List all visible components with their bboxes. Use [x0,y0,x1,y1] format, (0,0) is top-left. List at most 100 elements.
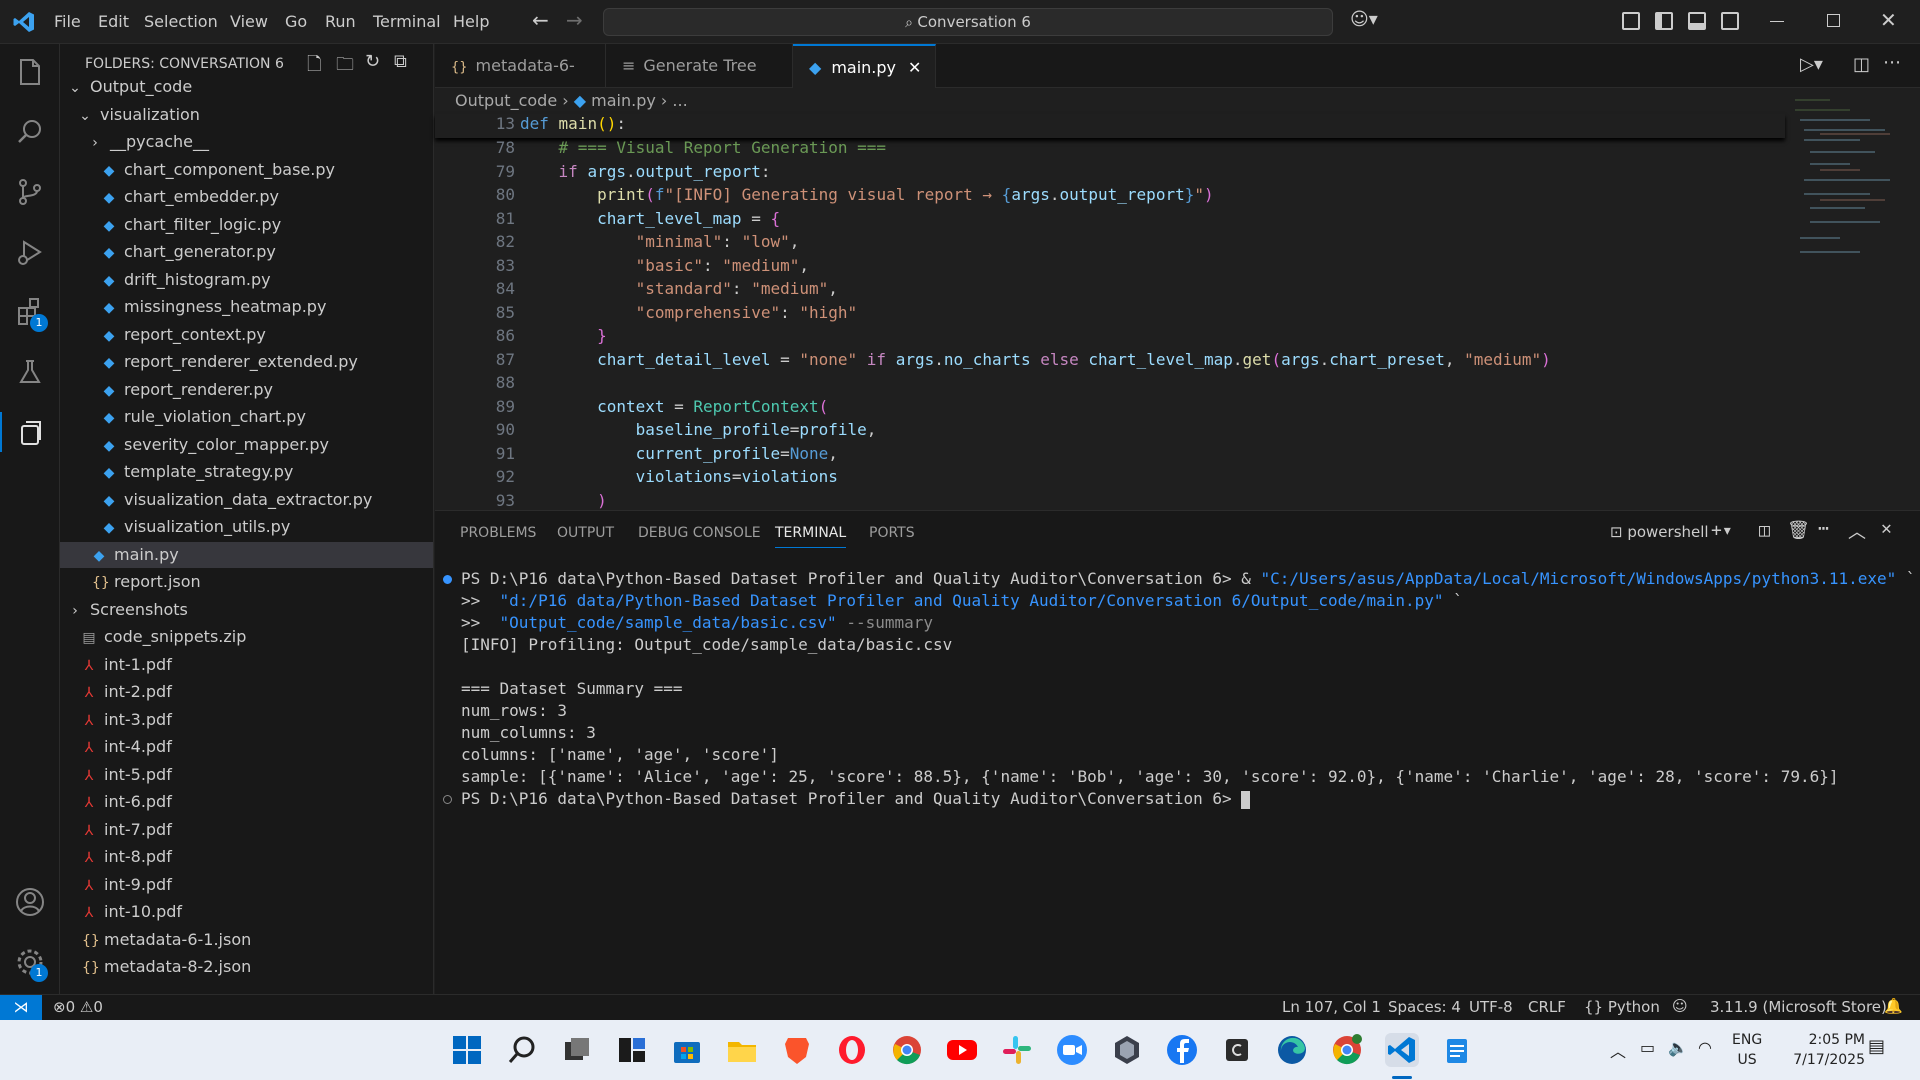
tree-file[interactable]: {} metadata-8-2.json [60,954,433,980]
testing-icon[interactable] [12,354,48,390]
tree-file[interactable]: ◆ main.py [60,541,433,568]
panel-tab-problems[interactable]: PROBLEMS [460,525,536,541]
tree-file[interactable]: ◆ report_context.py [60,322,433,348]
tree-file[interactable]: ◆ rule_violation_chart.py [60,404,433,430]
tab-generate-tree-text[interactable]: ≡Generate Tree Text [606,44,793,119]
breadcrumb-folder[interactable]: Output_code [455,91,557,110]
tree-file[interactable]: ◆ chart_generator.py [60,239,433,265]
minimap[interactable] [1790,90,1900,270]
panel-tab-output[interactable]: OUTPUT [557,525,614,541]
tree-file[interactable]: ⅄ int-7.pdf [60,817,433,843]
tree-file[interactable]: {} metadata-6-1.json [60,927,433,953]
minimize-icon[interactable] [1770,21,1784,22]
tree-file[interactable]: ⅄ int-10.pdf [60,899,433,925]
tree-file[interactable]: ◆ chart_embedder.py [60,184,433,210]
close-tab-icon[interactable]: ✕ [908,46,921,90]
command-decoration-icon[interactable] [443,795,452,804]
wifi-icon[interactable]: ◠ [1698,1038,1712,1057]
terminal-shell-selector[interactable]: ⊡ powershell [1610,523,1709,541]
close-window-icon[interactable]: ✕ [1880,8,1897,32]
back-arrow-icon[interactable]: ← [532,8,549,32]
close-panel-icon[interactable]: ✕ [1881,518,1892,539]
tree-file[interactable]: ⅄ int-1.pdf [60,652,433,678]
panel-tab-debug-console[interactable]: DEBUG CONSOLE [638,525,761,541]
encoding[interactable]: UTF-8 [1469,998,1513,1016]
refresh-icon[interactable]: ↻ [365,51,380,72]
code-editor[interactable]: Output_code › ◆ main.py › ... 13 def mai… [435,88,1920,510]
breadcrumb-symbol[interactable]: ... [672,91,687,110]
notepad-icon[interactable] [1440,1033,1474,1067]
tree-file[interactable]: ◆ report_renderer.py [60,377,433,403]
tree-folder[interactable]: ⌄ visualization [60,102,433,128]
customize-layout-icon[interactable] [1622,12,1640,30]
accounts-icon[interactable] [12,884,48,920]
menu-terminal[interactable]: Terminal [373,12,441,31]
copilot-icon[interactable]: ☺▾ [1350,9,1378,30]
chrome-icon[interactable] [890,1033,924,1067]
tab-metadata-json[interactable]: {}metadata-6-1.json [435,44,606,121]
remote-indicator-icon[interactable]: ⋊ [0,995,42,1020]
tree-file[interactable]: ⅄ int-2.pdf [60,679,433,705]
command-decoration-icon[interactable] [443,575,452,584]
youtube-icon[interactable] [945,1033,979,1067]
tree-folder[interactable]: ⌄ Output_code [60,74,433,100]
terminal-scrollbar[interactable] [1903,556,1909,816]
menu-edit[interactable]: Edit [98,12,129,31]
panel-tab-terminal[interactable]: TERMINAL [775,525,847,548]
file-explorer-icon[interactable] [725,1033,759,1067]
language-mode[interactable]: {} Python [1584,998,1660,1016]
problems-indicator[interactable]: ⊗0 ⚠0 [53,998,103,1016]
brave-browser-icon[interactable] [780,1033,814,1067]
tree-file[interactable]: ◆ chart_filter_logic.py [60,212,433,238]
tree-file[interactable]: ⅄ int-3.pdf [60,707,433,733]
tree-file[interactable]: ◆ visualization_utils.py [60,514,433,540]
kill-terminal-icon[interactable]: 🗑 [1787,520,1810,541]
menu-view[interactable]: View [230,12,268,31]
taskbar-search-icon[interactable] [505,1033,539,1067]
python-interpreter[interactable]: 3.11.9 (Microsoft Store) [1710,998,1887,1016]
tree-file[interactable]: ◆ chart_component_base.py [60,157,433,183]
more-actions-icon[interactable]: ⋯ [1883,52,1901,73]
tree-file[interactable]: ◆ drift_histogram.py [60,267,433,293]
breadcrumb-file[interactable]: main.py [591,91,656,110]
editor-scrollbar[interactable] [1905,88,1919,510]
panel-tab-ports[interactable]: PORTS [869,525,915,541]
tree-file[interactable]: ⅄ int-8.pdf [60,844,433,870]
run-python-icon[interactable]: ▷▾ [1800,54,1823,75]
tree-file[interactable]: ⅄ int-5.pdf [60,762,433,788]
tree-file[interactable]: ◆ template_strategy.py [60,459,433,485]
zoom-icon[interactable] [1055,1033,1089,1067]
split-terminal-icon[interactable]: ◫ [1759,520,1770,541]
chrome-profile-icon[interactable] [1330,1033,1364,1067]
clock[interactable]: 2:05 PM 7/17/2025 [1775,1030,1865,1070]
microsoft-store-icon[interactable] [670,1033,704,1067]
tree-file[interactable]: ◆ report_renderer_extended.py [60,349,433,375]
cmd-c-icon[interactable] [1220,1033,1254,1067]
tab-main-py[interactable]: ◆ main.py ✕ [793,44,936,89]
run-debug-icon[interactable] [12,234,48,270]
tree-file[interactable]: ⅄ int-6.pdf [60,789,433,815]
new-terminal-icon[interactable]: +▾ [1711,520,1733,541]
menu-help[interactable]: Help [453,12,489,31]
line-ending[interactable]: CRLF [1528,998,1566,1016]
copilot-status-icon[interactable]: ☺ [1672,997,1688,1015]
input-language[interactable]: ENG US [1732,1030,1762,1070]
windows-start-icon[interactable] [450,1033,484,1067]
tree-file[interactable]: ⅄ int-4.pdf [60,734,433,760]
menu-run[interactable]: Run [325,12,356,31]
cursor-position[interactable]: Ln 107, Col 1 [1282,998,1381,1016]
volume-icon[interactable]: 🔈 [1668,1038,1688,1057]
source-control-icon[interactable] [12,174,48,210]
search-icon[interactable] [12,114,48,150]
slack-icon[interactable] [1000,1033,1034,1067]
tree-file[interactable]: ◆ missingness_heatmap.py [60,294,433,320]
tree-file[interactable]: ▤ code_snippets.zip [60,624,433,650]
vscode-taskbar-icon[interactable] [1385,1033,1419,1067]
forward-arrow-icon[interactable]: → [566,8,583,32]
restore-icon[interactable] [1827,14,1840,27]
menu-go[interactable]: Go [285,12,307,31]
command-center-search[interactable]: ⌕ Conversation 6 [603,8,1333,36]
toggle-sidebar-icon[interactable] [1655,12,1673,30]
widgets-icon[interactable] [615,1033,649,1067]
toggle-panel-icon[interactable] [1688,12,1706,30]
